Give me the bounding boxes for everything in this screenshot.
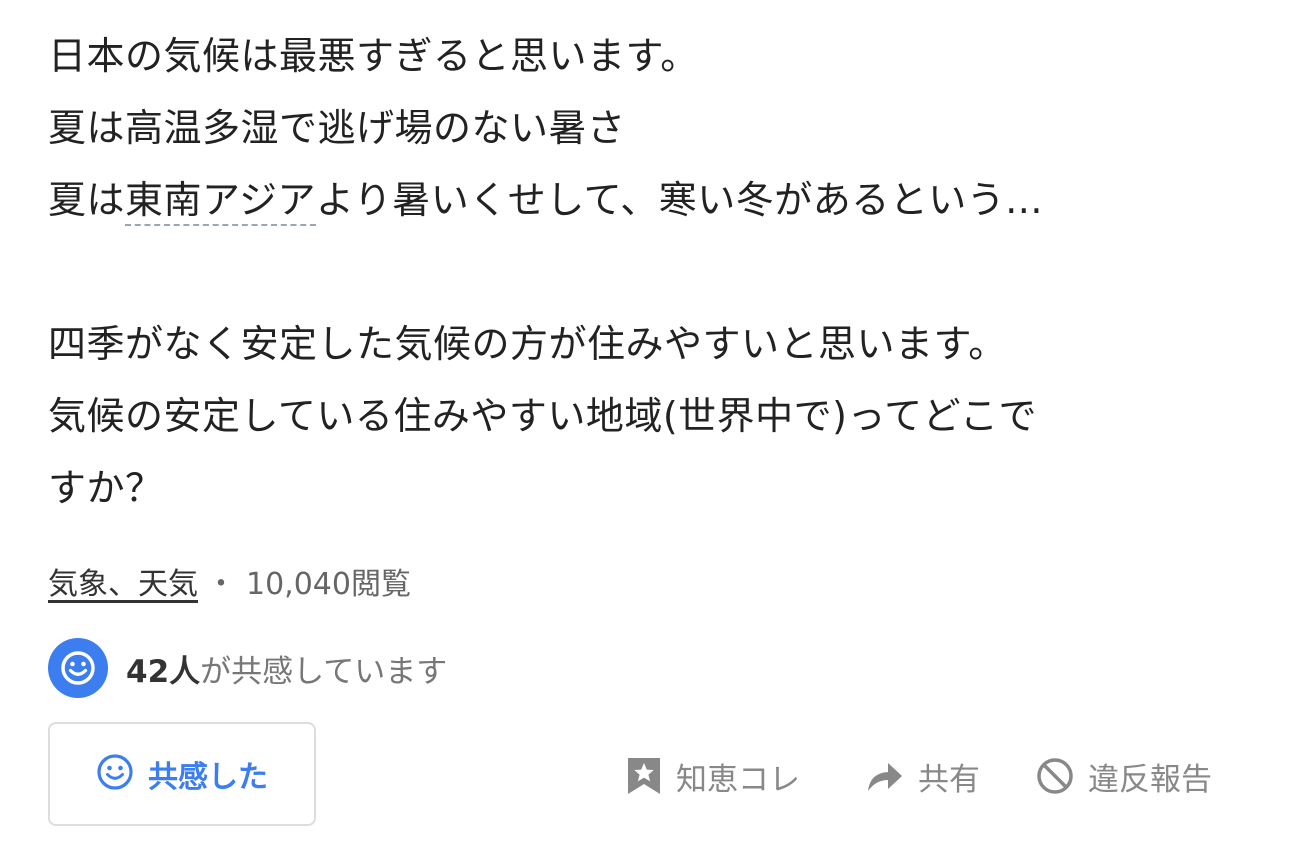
empathy-summary: 42人が共感しています [48,637,447,699]
meta-separator: ・ [206,567,236,602]
view-count: 10,040閲覧 [246,567,411,602]
share-label: 共有 [918,761,980,798]
question-line-3: 夏は東南アジアより暑いくせして、寒い冬があるという... [48,164,1248,236]
question-line-4: 四季がなく安定した気候の方が住みやすいと思います。 [48,322,1007,366]
question-line-3-prefix: 夏は [48,178,126,222]
bookmark-action[interactable]: 知恵コレ [626,748,800,804]
prohibit-icon [1037,758,1073,794]
empathy-text: 42人が共感しています [126,646,447,691]
empathy-count: 42人 [126,653,201,690]
report-label: 違反報告 [1088,761,1212,798]
empathy-button[interactable]: 共感した [48,722,316,826]
empathy-button-label: 共感した [148,760,268,795]
question-line-2: 夏は高温多湿で逃げ場のない暑さ [48,106,626,150]
question-line-6: すか？ [48,466,164,510]
question-line-3-suffix: より暑いくせして、寒い冬があるという... [316,178,1043,222]
smile-outline-icon [96,753,134,795]
category-link[interactable]: 気象、天気 [48,567,198,602]
question-line-1: 日本の気候は最悪すぎると思います。 [48,34,699,78]
smile-icon [48,638,108,698]
share-action[interactable]: 共有 [866,748,980,804]
question-line-5: 気候の安定している住みやすい地域(世界中で)ってどこで [48,394,1037,438]
bookmark-star-icon [628,758,660,794]
report-action[interactable]: 違反報告 [1036,748,1212,804]
empathy-label: が共感しています [200,653,448,690]
question-meta: 気象、天気・ 10,040閲覧 [48,562,411,608]
bookmark-label: 知恵コレ [676,761,800,798]
keyword-link[interactable]: 東南アジア [125,178,316,226]
question-body: 日本の気候は最悪すぎると思います。 夏は高温多湿で逃げ場のない暑さ 夏は東南アジ… [48,20,1248,524]
share-arrow-icon [868,763,902,791]
